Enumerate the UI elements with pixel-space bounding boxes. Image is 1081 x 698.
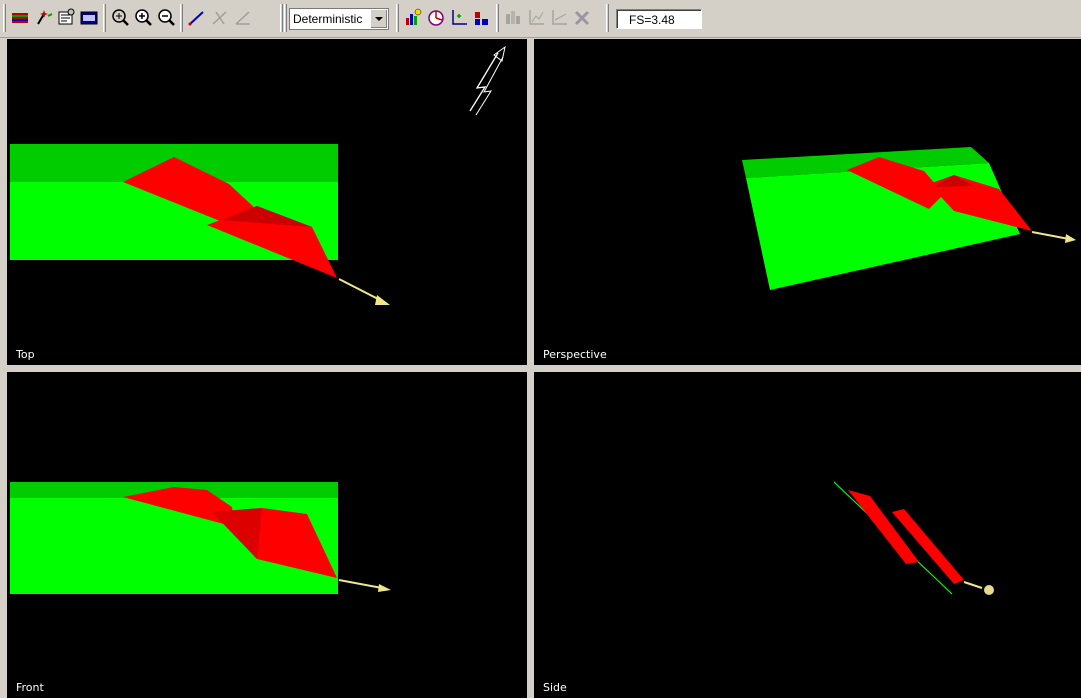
toolbar: Deterministic FS=3.48 (0, 0, 1081, 38)
viewport-front[interactable]: Front (7, 372, 527, 698)
histogram-icon[interactable] (472, 6, 492, 28)
angle-icon[interactable] (233, 6, 253, 28)
viewport-label: Side (543, 681, 567, 694)
stats-icon[interactable] (526, 6, 546, 28)
toolbar-separator (280, 4, 283, 32)
force-arrow-head (378, 584, 391, 592)
north-arrow-icon (469, 45, 506, 116)
force-arrow (338, 579, 383, 589)
transform-icon[interactable] (210, 6, 230, 28)
force-arrow (963, 581, 983, 589)
force-arrow-head (375, 295, 390, 305)
viewport-top[interactable]: Top (7, 39, 527, 365)
plot-icon[interactable] (549, 6, 569, 28)
graph-icon[interactable] (403, 6, 423, 28)
factor-of-safety-display: FS=3.48 (616, 9, 702, 29)
viewport-label: Top (16, 348, 35, 361)
properties-icon[interactable] (56, 6, 76, 28)
toolbar-separator (180, 4, 183, 32)
analysis-mode-dropdown[interactable]: Deterministic (289, 8, 389, 30)
force-arrow (338, 278, 383, 302)
draw-line-icon[interactable] (187, 6, 207, 28)
viewport-label: Front (16, 681, 44, 694)
toolbar-separator (396, 4, 399, 32)
analysis-mode-value: Deterministic (293, 12, 363, 26)
factor-of-safety-value: FS=3.48 (629, 13, 675, 27)
layers-icon[interactable] (10, 6, 30, 28)
info-viewer-icon[interactable] (79, 6, 99, 28)
toolbar-separator (496, 4, 499, 32)
sensitivity-icon[interactable] (426, 6, 446, 28)
toolbar-separator (606, 4, 609, 32)
wand-icon[interactable] (33, 6, 53, 28)
zoom-extents-icon[interactable] (110, 6, 130, 28)
viewport-perspective[interactable]: Perspective (534, 39, 1081, 365)
chart-icon[interactable] (503, 6, 523, 28)
zoom-in-icon[interactable] (133, 6, 153, 28)
force-arrow (1031, 231, 1070, 240)
force-arrow-head (984, 585, 994, 595)
delete-series-icon[interactable] (572, 6, 592, 28)
zoom-out-icon[interactable] (156, 6, 176, 28)
toolbar-separator (284, 4, 287, 32)
viewport-side[interactable]: Side (534, 372, 1081, 698)
force-arrow-head (1065, 234, 1076, 243)
viewport-label: Perspective (543, 348, 607, 361)
toolbar-grip[interactable] (3, 4, 6, 32)
toolbar-separator (103, 4, 106, 32)
chevron-down-icon[interactable] (370, 10, 387, 28)
scatter-plot-icon[interactable] (449, 6, 469, 28)
